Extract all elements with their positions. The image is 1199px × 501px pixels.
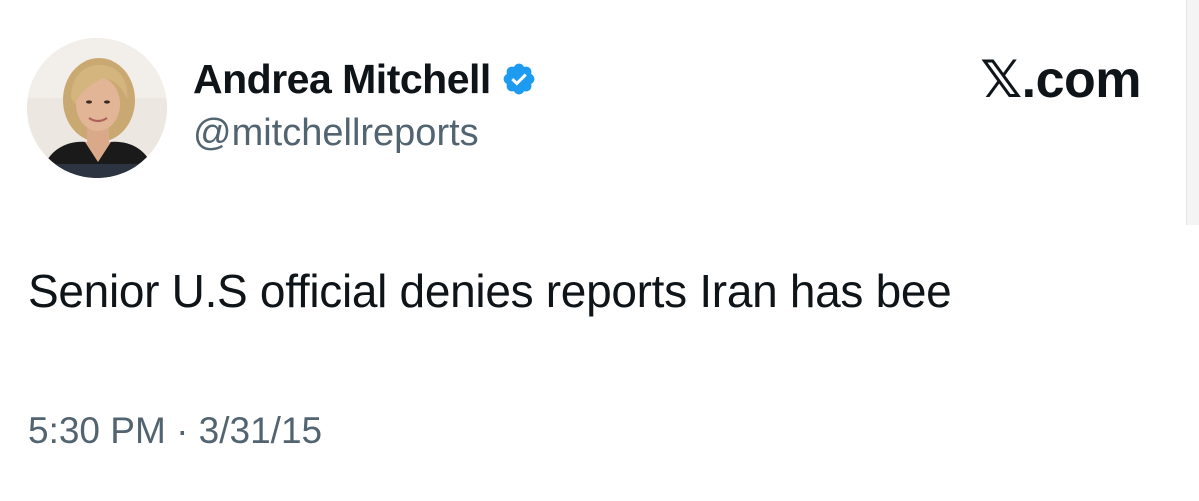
author-handle[interactable]: @mitchellreports	[193, 112, 479, 155]
verified-badge-icon	[501, 61, 537, 97]
scrollbar[interactable]	[1186, 0, 1199, 225]
author-display-name[interactable]: Andrea Mitchell	[193, 56, 491, 103]
author-name-row: Andrea Mitchell	[193, 54, 537, 104]
avatar-photo	[27, 38, 167, 178]
x-brand-logo[interactable]: 𝕏.com	[980, 50, 1141, 110]
tweet-timestamp[interactable]: 5:30 PM · 3/31/15	[28, 410, 322, 452]
avatar[interactable]	[27, 38, 167, 178]
tweet-text: Senior U.S official denies reports Iran …	[28, 265, 952, 317]
